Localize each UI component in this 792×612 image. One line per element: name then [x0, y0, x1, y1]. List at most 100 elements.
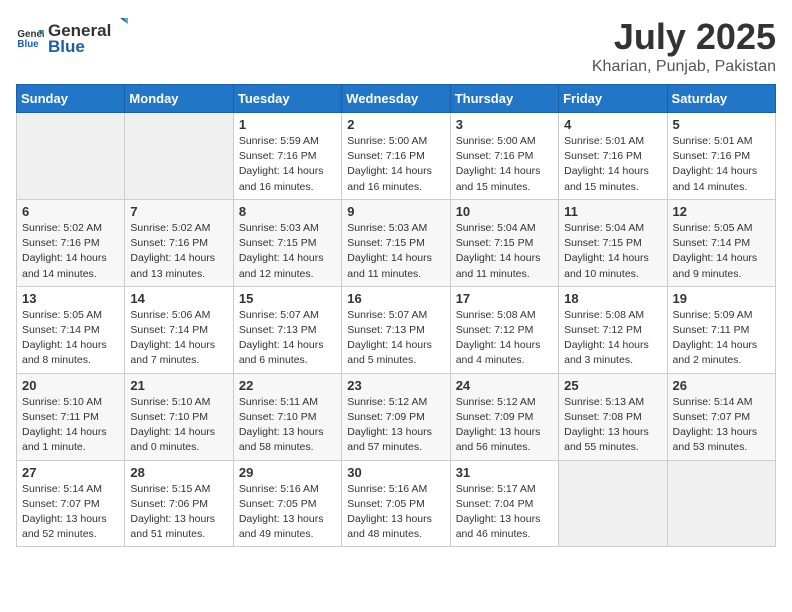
day-detail: Sunrise: 5:04 AM Sunset: 7:15 PM Dayligh…: [456, 221, 553, 282]
calendar-cell: [125, 113, 233, 200]
day-detail: Sunrise: 5:16 AM Sunset: 7:05 PM Dayligh…: [239, 482, 336, 543]
day-number: 30: [347, 465, 444, 480]
day-detail: Sunrise: 5:09 AM Sunset: 7:11 PM Dayligh…: [673, 308, 770, 369]
calendar-cell: 2 Sunrise: 5:00 AM Sunset: 7:16 PM Dayli…: [342, 113, 450, 200]
weekday-header: Monday: [125, 85, 233, 113]
day-detail: Sunrise: 5:03 AM Sunset: 7:15 PM Dayligh…: [239, 221, 336, 282]
calendar-cell: 14 Sunrise: 5:06 AM Sunset: 7:14 PM Dayl…: [125, 286, 233, 373]
calendar-cell: 18 Sunrise: 5:08 AM Sunset: 7:12 PM Dayl…: [559, 286, 667, 373]
calendar-cell: 23 Sunrise: 5:12 AM Sunset: 7:09 PM Dayl…: [342, 373, 450, 460]
calendar-cell: 6 Sunrise: 5:02 AM Sunset: 7:16 PM Dayli…: [17, 199, 125, 286]
day-number: 6: [22, 204, 119, 219]
calendar-cell: 15 Sunrise: 5:07 AM Sunset: 7:13 PM Dayl…: [233, 286, 341, 373]
day-number: 11: [564, 204, 661, 219]
day-number: 27: [22, 465, 119, 480]
weekday-header: Wednesday: [342, 85, 450, 113]
day-detail: Sunrise: 5:11 AM Sunset: 7:10 PM Dayligh…: [239, 395, 336, 456]
day-number: 24: [456, 378, 553, 393]
day-number: 23: [347, 378, 444, 393]
calendar-cell: 8 Sunrise: 5:03 AM Sunset: 7:15 PM Dayli…: [233, 199, 341, 286]
day-detail: Sunrise: 5:08 AM Sunset: 7:12 PM Dayligh…: [564, 308, 661, 369]
calendar-cell: 12 Sunrise: 5:05 AM Sunset: 7:14 PM Dayl…: [667, 199, 775, 286]
calendar-cell: 28 Sunrise: 5:15 AM Sunset: 7:06 PM Dayl…: [125, 460, 233, 547]
calendar-cell: 25 Sunrise: 5:13 AM Sunset: 7:08 PM Dayl…: [559, 373, 667, 460]
day-detail: Sunrise: 5:59 AM Sunset: 7:16 PM Dayligh…: [239, 134, 336, 195]
day-detail: Sunrise: 5:05 AM Sunset: 7:14 PM Dayligh…: [673, 221, 770, 282]
calendar-cell: 3 Sunrise: 5:00 AM Sunset: 7:16 PM Dayli…: [450, 113, 558, 200]
day-detail: Sunrise: 5:14 AM Sunset: 7:07 PM Dayligh…: [22, 482, 119, 543]
title-area: July 2025 Kharian, Punjab, Pakistan: [592, 16, 776, 76]
day-number: 15: [239, 291, 336, 306]
weekday-header: Sunday: [17, 85, 125, 113]
day-number: 14: [130, 291, 227, 306]
calendar-cell: 5 Sunrise: 5:01 AM Sunset: 7:16 PM Dayli…: [667, 113, 775, 200]
calendar-cell: [667, 460, 775, 547]
calendar-week-row: 1 Sunrise: 5:59 AM Sunset: 7:16 PM Dayli…: [17, 113, 776, 200]
day-number: 21: [130, 378, 227, 393]
day-number: 3: [456, 117, 553, 132]
day-number: 29: [239, 465, 336, 480]
day-number: 10: [456, 204, 553, 219]
calendar-cell: 16 Sunrise: 5:07 AM Sunset: 7:13 PM Dayl…: [342, 286, 450, 373]
calendar-cell: 4 Sunrise: 5:01 AM Sunset: 7:16 PM Dayli…: [559, 113, 667, 200]
day-number: 17: [456, 291, 553, 306]
day-detail: Sunrise: 5:02 AM Sunset: 7:16 PM Dayligh…: [130, 221, 227, 282]
month-title: July 2025: [592, 16, 776, 58]
day-number: 13: [22, 291, 119, 306]
calendar-cell: 7 Sunrise: 5:02 AM Sunset: 7:16 PM Dayli…: [125, 199, 233, 286]
day-detail: Sunrise: 5:15 AM Sunset: 7:06 PM Dayligh…: [130, 482, 227, 543]
day-number: 28: [130, 465, 227, 480]
day-detail: Sunrise: 5:05 AM Sunset: 7:14 PM Dayligh…: [22, 308, 119, 369]
day-detail: Sunrise: 5:07 AM Sunset: 7:13 PM Dayligh…: [347, 308, 444, 369]
calendar-cell: [17, 113, 125, 200]
day-detail: Sunrise: 5:03 AM Sunset: 7:15 PM Dayligh…: [347, 221, 444, 282]
calendar-cell: 31 Sunrise: 5:17 AM Sunset: 7:04 PM Dayl…: [450, 460, 558, 547]
day-detail: Sunrise: 5:17 AM Sunset: 7:04 PM Dayligh…: [456, 482, 553, 543]
calendar-cell: 11 Sunrise: 5:04 AM Sunset: 7:15 PM Dayl…: [559, 199, 667, 286]
weekday-header: Thursday: [450, 85, 558, 113]
day-detail: Sunrise: 5:02 AM Sunset: 7:16 PM Dayligh…: [22, 221, 119, 282]
calendar-cell: 21 Sunrise: 5:10 AM Sunset: 7:10 PM Dayl…: [125, 373, 233, 460]
day-number: 9: [347, 204, 444, 219]
day-number: 7: [130, 204, 227, 219]
logo: General Blue General Blue: [16, 16, 131, 57]
calendar-table: SundayMondayTuesdayWednesdayThursdayFrid…: [16, 84, 776, 547]
day-detail: Sunrise: 5:10 AM Sunset: 7:11 PM Dayligh…: [22, 395, 119, 456]
day-detail: Sunrise: 5:00 AM Sunset: 7:16 PM Dayligh…: [347, 134, 444, 195]
day-detail: Sunrise: 5:14 AM Sunset: 7:07 PM Dayligh…: [673, 395, 770, 456]
calendar-cell: 1 Sunrise: 5:59 AM Sunset: 7:16 PM Dayli…: [233, 113, 341, 200]
calendar-cell: 17 Sunrise: 5:08 AM Sunset: 7:12 PM Dayl…: [450, 286, 558, 373]
day-number: 26: [673, 378, 770, 393]
day-number: 4: [564, 117, 661, 132]
day-detail: Sunrise: 5:12 AM Sunset: 7:09 PM Dayligh…: [347, 395, 444, 456]
calendar-week-row: 6 Sunrise: 5:02 AM Sunset: 7:16 PM Dayli…: [17, 199, 776, 286]
calendar-cell: 20 Sunrise: 5:10 AM Sunset: 7:11 PM Dayl…: [17, 373, 125, 460]
day-number: 25: [564, 378, 661, 393]
calendar-cell: 19 Sunrise: 5:09 AM Sunset: 7:11 PM Dayl…: [667, 286, 775, 373]
day-detail: Sunrise: 5:06 AM Sunset: 7:14 PM Dayligh…: [130, 308, 227, 369]
weekday-header: Friday: [559, 85, 667, 113]
calendar-cell: 13 Sunrise: 5:05 AM Sunset: 7:14 PM Dayl…: [17, 286, 125, 373]
calendar-week-row: 27 Sunrise: 5:14 AM Sunset: 7:07 PM Dayl…: [17, 460, 776, 547]
day-detail: Sunrise: 5:07 AM Sunset: 7:13 PM Dayligh…: [239, 308, 336, 369]
day-number: 12: [673, 204, 770, 219]
day-detail: Sunrise: 5:01 AM Sunset: 7:16 PM Dayligh…: [673, 134, 770, 195]
calendar-cell: [559, 460, 667, 547]
calendar-week-row: 13 Sunrise: 5:05 AM Sunset: 7:14 PM Dayl…: [17, 286, 776, 373]
logo-flag-icon: [112, 16, 130, 36]
svg-text:Blue: Blue: [17, 38, 39, 49]
day-detail: Sunrise: 5:01 AM Sunset: 7:16 PM Dayligh…: [564, 134, 661, 195]
calendar-week-row: 20 Sunrise: 5:10 AM Sunset: 7:11 PM Dayl…: [17, 373, 776, 460]
calendar-cell: 29 Sunrise: 5:16 AM Sunset: 7:05 PM Dayl…: [233, 460, 341, 547]
day-detail: Sunrise: 5:16 AM Sunset: 7:05 PM Dayligh…: [347, 482, 444, 543]
day-number: 22: [239, 378, 336, 393]
day-detail: Sunrise: 5:13 AM Sunset: 7:08 PM Dayligh…: [564, 395, 661, 456]
day-number: 18: [564, 291, 661, 306]
calendar-cell: 22 Sunrise: 5:11 AM Sunset: 7:10 PM Dayl…: [233, 373, 341, 460]
day-number: 20: [22, 378, 119, 393]
calendar-cell: 10 Sunrise: 5:04 AM Sunset: 7:15 PM Dayl…: [450, 199, 558, 286]
day-detail: Sunrise: 5:12 AM Sunset: 7:09 PM Dayligh…: [456, 395, 553, 456]
day-detail: Sunrise: 5:10 AM Sunset: 7:10 PM Dayligh…: [130, 395, 227, 456]
day-number: 5: [673, 117, 770, 132]
day-number: 31: [456, 465, 553, 480]
